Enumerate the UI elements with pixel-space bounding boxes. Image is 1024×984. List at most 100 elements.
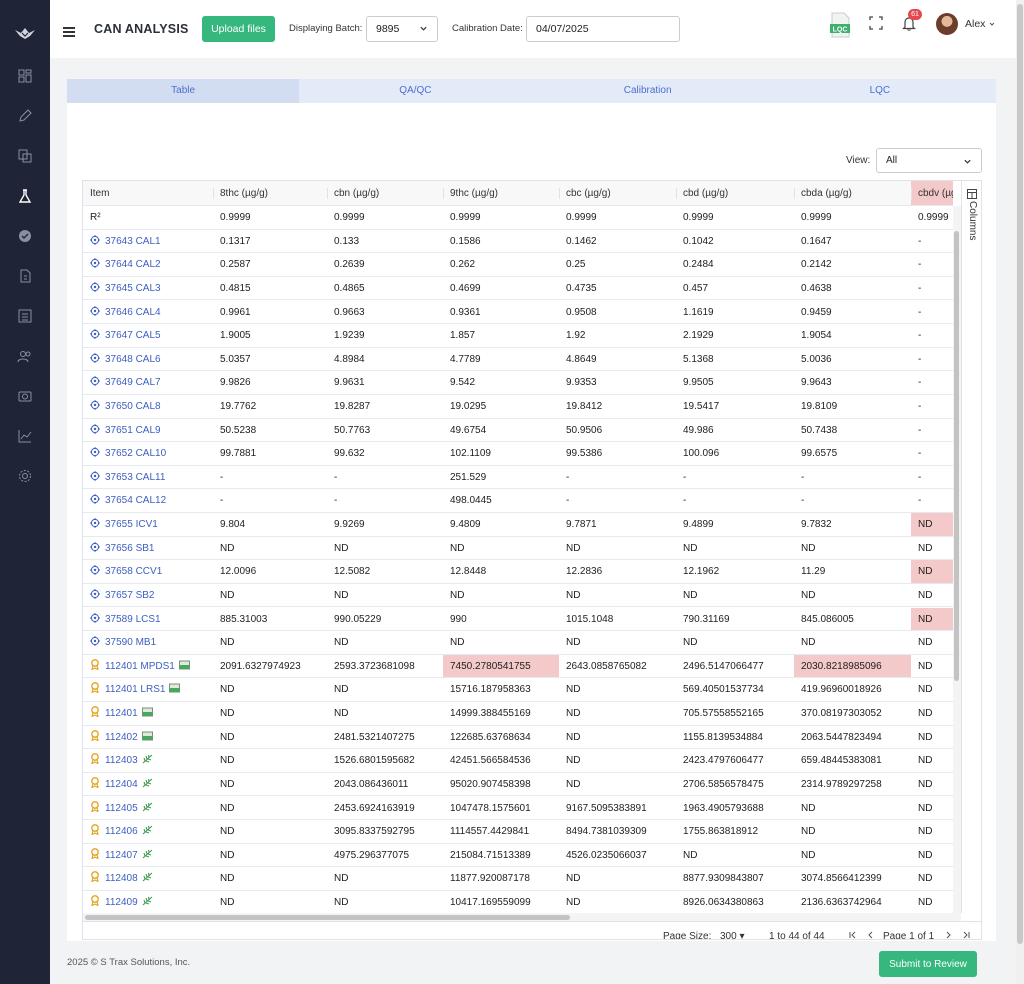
upload-files-button[interactable]: Upload files [202,16,275,42]
table-row[interactable]: 37650 CAL8 19.7762 19.8287 19.0295 19.8412 19… [83,395,953,419]
document-icon[interactable] [17,268,33,284]
copy-icon[interactable] [17,148,33,164]
table-row[interactable]: 37657 SB2 ND ND ND ND ND ND ND [83,584,953,608]
table-row[interactable]: 112402 ND 2481.5321407275 122685.63768634 ND… [83,726,953,750]
table-row[interactable]: 37655 ICV1 9.804 9.9269 9.4809 9.7871 9.4899 9… [83,513,953,537]
item-cell[interactable]: 37645 CAL3 [83,277,213,300]
item-link[interactable]: 37643 CAL1 [105,236,161,247]
item-cell[interactable]: 37589 LCS1 [83,608,213,631]
view-select[interactable]: All [876,148,982,173]
item-link[interactable]: 112401 MPDS1 [105,661,175,672]
table-row[interactable]: 37645 CAL3 0.4815 0.4865 0.4699 0.4735 0.457 0… [83,277,953,301]
column-separator[interactable] [559,188,560,199]
page-scrollbar[interactable] [1016,0,1024,984]
fullscreen-icon[interactable] [869,16,883,30]
column-separator[interactable] [911,188,912,199]
column-header[interactable]: cbda (µg/g) [794,181,911,205]
table-row[interactable]: 37589 LCS1 885.31003 990.05229 990 1015.1048… [83,607,953,632]
item-cell[interactable]: 112407 [83,844,213,867]
lqc-icon[interactable]: LQC [829,12,851,38]
table-row[interactable]: 37651 CAL9 50.5238 50.7763 49.6754 50.9506 49… [83,419,953,443]
chevron-down-icon[interactable] [989,21,995,27]
table-row[interactable]: 112405 ND 2453.6924163919 1047478.1575601 91… [83,797,953,821]
item-link[interactable]: 37645 CAL3 [105,283,161,294]
item-link[interactable]: 37657 SB2 [105,590,155,601]
item-link[interactable]: 37649 CAL7 [105,377,161,388]
item-cell[interactable]: 37649 CAL7 [83,371,213,394]
table-row[interactable]: 37656 SB1 ND ND ND ND ND ND ND [83,537,953,561]
item-link[interactable]: 37655 ICV1 [105,519,158,530]
column-header[interactable]: Item [83,181,213,205]
table-row[interactable]: 112408 ND ND 11877.920087178 ND 8877.93098438… [83,867,953,891]
item-link[interactable]: 37647 CAL5 [105,330,161,341]
table-row[interactable]: 112406 ND 3095.8337592795 1114557.4429841 84… [83,820,953,844]
item-cell[interactable]: 37654 CAL12 [83,489,213,512]
table-row[interactable]: 112409 ND ND 10417.169559099 ND 8926.06343808… [83,891,953,913]
table-row[interactable]: 37643 CAL1 0.1317 0.133 0.1586 0.1462 0.1042 0… [83,230,953,254]
item-link[interactable]: 37590 MB1 [105,637,156,648]
item-cell[interactable]: 112401 LRS1 [83,678,213,701]
item-link[interactable]: 37650 CAL8 [105,401,161,412]
item-cell[interactable]: 37643 CAL1 [83,230,213,253]
table-row[interactable]: 112401 LRS1 ND ND 15716.187958363 ND 569.4050… [83,678,953,702]
item-cell[interactable]: 37651 CAL9 [83,419,213,442]
column-separator[interactable] [213,188,214,199]
item-cell[interactable]: 112401 [83,702,213,725]
tab-table[interactable]: Table [67,79,300,103]
item-link[interactable]: 37654 CAL12 [105,495,166,506]
tab-lqc[interactable]: LQC [764,79,996,103]
column-separator[interactable] [443,188,444,199]
item-cell[interactable]: 112408 [83,867,213,890]
item-link[interactable]: 37653 CAL11 [105,472,165,483]
settings-icon[interactable] [17,468,33,484]
submit-to-review-button[interactable]: Submit to Review [879,951,977,977]
item-link[interactable]: 112401 LRS1 [105,684,165,695]
item-cell[interactable]: 37655 ICV1 [83,513,213,536]
item-cell[interactable]: 112401 MPDS1 [83,655,213,678]
table-row[interactable]: 37653 CAL11 - - 251.529 - - - - [83,466,953,490]
item-cell[interactable]: 112403 [83,749,213,772]
column-separator[interactable] [327,188,328,199]
item-cell[interactable]: 112406 [83,820,213,843]
list-icon[interactable] [17,308,33,324]
item-cell[interactable]: 37656 SB1 [83,537,213,560]
table-row[interactable]: 37649 CAL7 9.9826 9.9631 9.542 9.9353 9.9505 9… [83,371,953,395]
table-row[interactable]: 112401 MPDS1 2091.6327974923 2593.37236810… [83,654,953,679]
next-page-icon[interactable] [943,930,953,940]
table-row[interactable]: 37652 CAL10 99.7881 99.632 102.1109 99.5386 1… [83,442,953,466]
item-link[interactable]: 37656 SB1 [105,543,155,554]
table-row[interactable]: 37590 MB1 ND ND ND ND ND ND ND [83,631,953,655]
item-link[interactable]: 112401 [105,708,138,719]
column-header[interactable]: 9thc (µg/g) [443,181,559,205]
item-link[interactable]: 37646 CAL4 [105,307,161,318]
first-page-icon[interactable] [848,930,858,940]
item-link[interactable]: 112408 [105,873,138,884]
column-header[interactable]: cbdv (µg/g) [911,181,953,205]
item-link[interactable]: 112402 [105,732,138,743]
table-row[interactable]: 37646 CAL4 0.9961 0.9663 0.9361 0.9508 1.1619… [83,301,953,325]
item-link[interactable]: 112409 [105,897,138,908]
page-size-select[interactable]: 300 ▾ [715,929,751,939]
item-cell[interactable]: 37653 CAL11 [83,466,213,489]
last-page-icon[interactable] [961,930,971,940]
table-row[interactable]: 112407 ND 4975.296377075 215084.71513389 452… [83,844,953,868]
chart-icon[interactable] [17,428,33,444]
item-cell[interactable]: 37646 CAL4 [83,301,213,324]
item-link[interactable]: 37589 LCS1 [105,614,161,625]
item-cell[interactable]: 37644 CAL2 [83,253,213,276]
item-link[interactable]: 37658 CCV1 [105,566,162,577]
item-cell[interactable]: 112404 [83,773,213,796]
column-separator[interactable] [794,188,795,199]
item-cell[interactable]: 112405 [83,797,213,820]
tab-qa-qc[interactable]: QA/QC [299,79,531,103]
dashboard-icon[interactable] [17,68,33,84]
table-row[interactable]: 37648 CAL6 5.0357 4.8984 4.7789 4.8649 5.1368… [83,348,953,372]
item-link[interactable]: 112405 [105,803,138,814]
item-cell[interactable]: 37652 CAL10 [83,442,213,465]
column-header[interactable]: 8thc (µg/g) [213,181,327,205]
item-link[interactable]: 112406 [105,826,138,837]
item-link[interactable]: 37651 CAL9 [105,425,161,436]
column-header[interactable]: cbd (µg/g) [676,181,794,205]
item-link[interactable]: 37648 CAL6 [105,354,161,365]
users-icon[interactable] [17,348,33,364]
